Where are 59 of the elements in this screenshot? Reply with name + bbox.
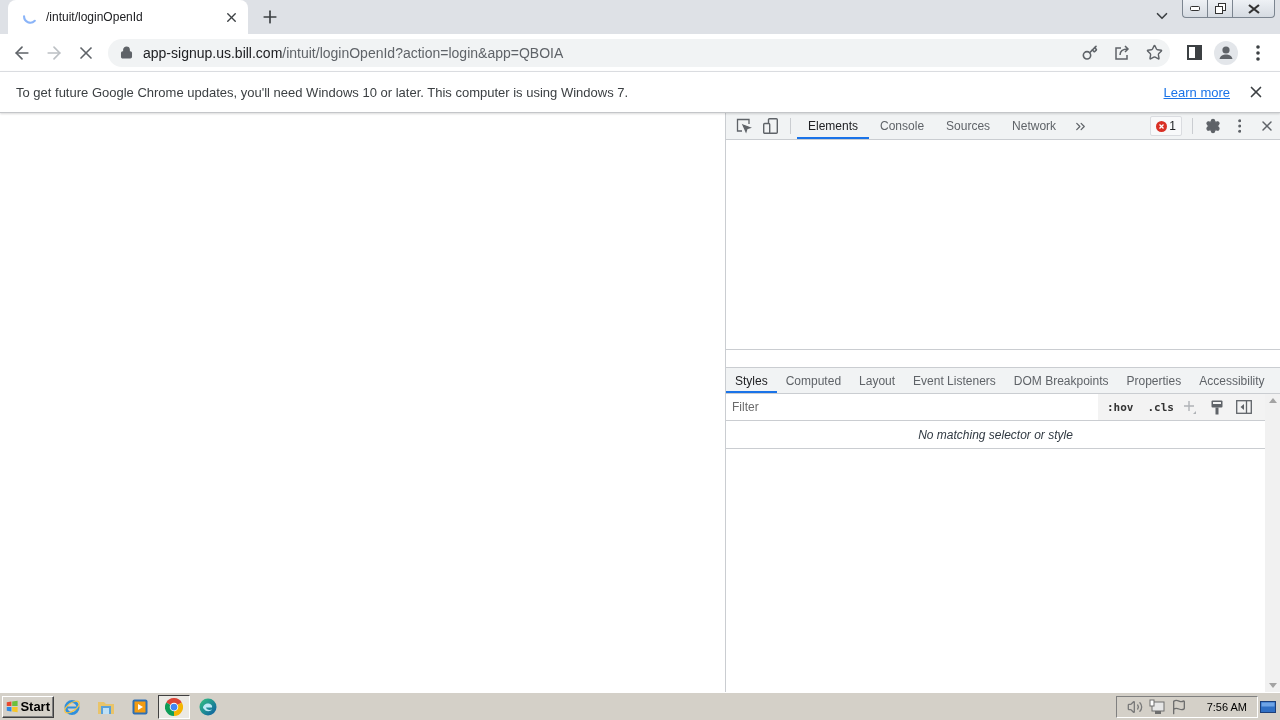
windows-flag-icon xyxy=(6,699,19,714)
flag-icon[interactable] xyxy=(1170,698,1187,715)
clock[interactable]: 7:56 AM xyxy=(1206,700,1247,713)
lock-icon xyxy=(119,46,133,59)
address-bar[interactable]: app-signup.us.bill.com/intuit/loginOpenId?action=login&app=QBOIA xyxy=(108,38,1170,67)
style-toggle-button[interactable]: :hov xyxy=(1107,397,1134,417)
avatar-icon xyxy=(1214,40,1238,65)
learn-more-link[interactable]: Learn more xyxy=(1163,84,1230,100)
empty-styles-message: No matching selector or style xyxy=(726,421,1265,449)
devtools-panel-tab[interactable]: Elements xyxy=(797,113,870,139)
start-button[interactable]: Start xyxy=(2,695,54,718)
infobar-message: To get future Google Chrome updates, you'll need Windows 10 or later. This computer is using Windows 7. xyxy=(16,84,630,100)
settings-icon xyxy=(1204,118,1221,134)
restore-icon xyxy=(1214,3,1226,14)
scroll-up-icon xyxy=(1268,398,1277,403)
minimize-icon xyxy=(1190,6,1200,11)
close-icon xyxy=(1247,3,1260,14)
devtools-panel-tab[interactable]: Console xyxy=(869,113,936,139)
plus-icon xyxy=(1183,400,1197,414)
kebab-menu-icon xyxy=(1256,44,1260,61)
styles-pane-tab[interactable]: Properties xyxy=(1117,368,1191,393)
styles-pane-tab[interactable]: Layout xyxy=(850,368,905,393)
share-icon xyxy=(1114,44,1130,61)
browser-e-icon xyxy=(63,697,81,716)
kebab-menu-icon xyxy=(1237,119,1242,133)
styles-pane-tab[interactable]: Event Listeners xyxy=(904,368,1005,393)
filter-input[interactable]: Filter xyxy=(726,394,1098,420)
error-count: 1 xyxy=(1169,119,1176,133)
media-player-icon xyxy=(132,698,148,715)
device-icon xyxy=(763,118,778,134)
devtools-panel-tab[interactable]: Network xyxy=(1001,113,1068,139)
styles-pane-tab[interactable]: Computed xyxy=(776,368,851,393)
profile-button[interactable] xyxy=(1212,38,1240,67)
minimize-button[interactable] xyxy=(1182,0,1207,18)
devtools-panel-tab[interactable]: Sources xyxy=(935,113,1002,139)
chrome-logo-icon xyxy=(165,697,183,716)
paint-brush-icon xyxy=(1211,399,1223,415)
scroll-down-icon xyxy=(1268,683,1277,688)
inspect-cursor-icon xyxy=(735,118,752,134)
desktop-icon xyxy=(1260,700,1276,713)
error-count-badge[interactable]: 1 xyxy=(1150,116,1182,136)
styles-pane-tab[interactable]: DOM Breakpoints xyxy=(1004,368,1118,393)
close-window-button[interactable] xyxy=(1232,0,1275,18)
style-toggle-button[interactable]: .cls xyxy=(1147,397,1174,417)
tab-title: /intuit/loginOpenId xyxy=(46,10,144,24)
key-icon xyxy=(1082,44,1098,61)
edge-logo-icon xyxy=(199,697,217,716)
sidebar-toggle-icon xyxy=(1236,400,1252,414)
star-icon xyxy=(1145,44,1163,61)
browser-tab[interactable]: /intuit/loginOpenId xyxy=(8,0,248,34)
address-text: app-signup.us.bill.com/intuit/loginOpenId?action=login&app=QBOIA xyxy=(143,44,565,61)
network-icon[interactable] xyxy=(1148,698,1165,715)
error-icon xyxy=(1156,120,1168,132)
restore-button[interactable] xyxy=(1207,0,1232,18)
styles-pane-tab[interactable]: Accessibility xyxy=(1190,368,1274,393)
speaker-icon[interactable] xyxy=(1126,698,1143,715)
scrollbar[interactable] xyxy=(1265,394,1280,692)
taskbar-app-button[interactable] xyxy=(158,694,190,719)
side-panel-icon xyxy=(1186,45,1202,60)
